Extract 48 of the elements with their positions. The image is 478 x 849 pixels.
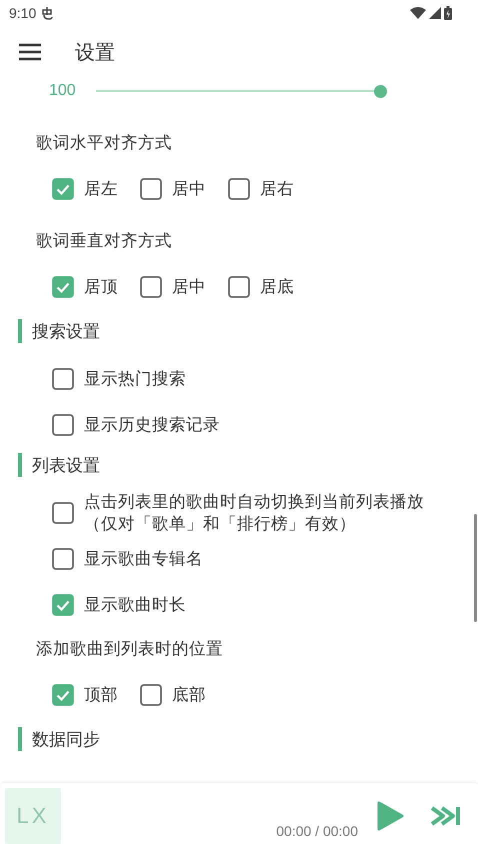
section-marker: [18, 319, 22, 343]
slider-value: 100: [49, 82, 77, 100]
checkbox-label[interactable]: 显示歌曲时长: [84, 594, 186, 616]
checked-checkbox[interactable]: [52, 276, 74, 298]
checkbox-label[interactable]: 显示历史搜索记录: [84, 414, 220, 436]
album-art: LX: [5, 788, 61, 844]
section-title: 搜索设置: [32, 320, 100, 342]
checkbox-label[interactable]: 点击列表里的歌曲时自动切换到当前列表播放（仅对「歌单」和「排行榜」有效）: [84, 491, 448, 535]
notification-icon: [40, 6, 54, 20]
page-title: 设置: [75, 38, 115, 66]
checkbox[interactable]: [52, 368, 74, 390]
section-title: 数据同步: [32, 728, 100, 750]
checkbox[interactable]: [52, 414, 74, 436]
checkbox[interactable]: [140, 684, 162, 706]
option-label[interactable]: 底部: [172, 684, 206, 706]
wifi-icon: [410, 7, 426, 19]
checkbox[interactable]: [140, 276, 162, 298]
checkbox-label[interactable]: 显示热门搜索: [84, 368, 186, 390]
signal-icon: [429, 7, 441, 19]
option-label[interactable]: 居左: [84, 178, 118, 200]
section-marker: [18, 453, 22, 477]
play-icon: [376, 801, 404, 831]
battery-icon: [444, 6, 452, 20]
slider-thumb[interactable]: [374, 84, 387, 98]
checkbox[interactable]: [228, 276, 250, 298]
setting-label: 添加歌曲到列表时的位置: [36, 638, 224, 660]
checked-checkbox[interactable]: [52, 684, 74, 706]
section-marker: [18, 727, 22, 751]
setting-label: 歌词水平对齐方式: [36, 132, 173, 154]
checked-checkbox[interactable]: [52, 178, 74, 200]
status-time: 9:10: [9, 5, 36, 21]
setting-label: 歌词垂直对齐方式: [36, 230, 173, 252]
checkbox[interactable]: [52, 548, 74, 570]
menu-icon: [19, 43, 41, 61]
option-label[interactable]: 居中: [172, 178, 206, 200]
option-label[interactable]: 居底: [260, 276, 294, 298]
option-label[interactable]: 居顶: [84, 276, 118, 298]
playback-time: 00:00 / 00:00: [276, 823, 358, 839]
checkbox-label[interactable]: 显示歌曲专辑名: [84, 548, 203, 570]
skip-next-icon: [430, 805, 462, 827]
option-label[interactable]: 居右: [260, 178, 294, 200]
checked-checkbox[interactable]: [52, 594, 74, 616]
option-label[interactable]: 居中: [172, 276, 206, 298]
checkbox[interactable]: [52, 502, 74, 524]
checkbox[interactable]: [228, 178, 250, 200]
checkbox[interactable]: [140, 178, 162, 200]
option-label[interactable]: 顶部: [84, 684, 118, 706]
section-title: 列表设置: [32, 454, 100, 476]
